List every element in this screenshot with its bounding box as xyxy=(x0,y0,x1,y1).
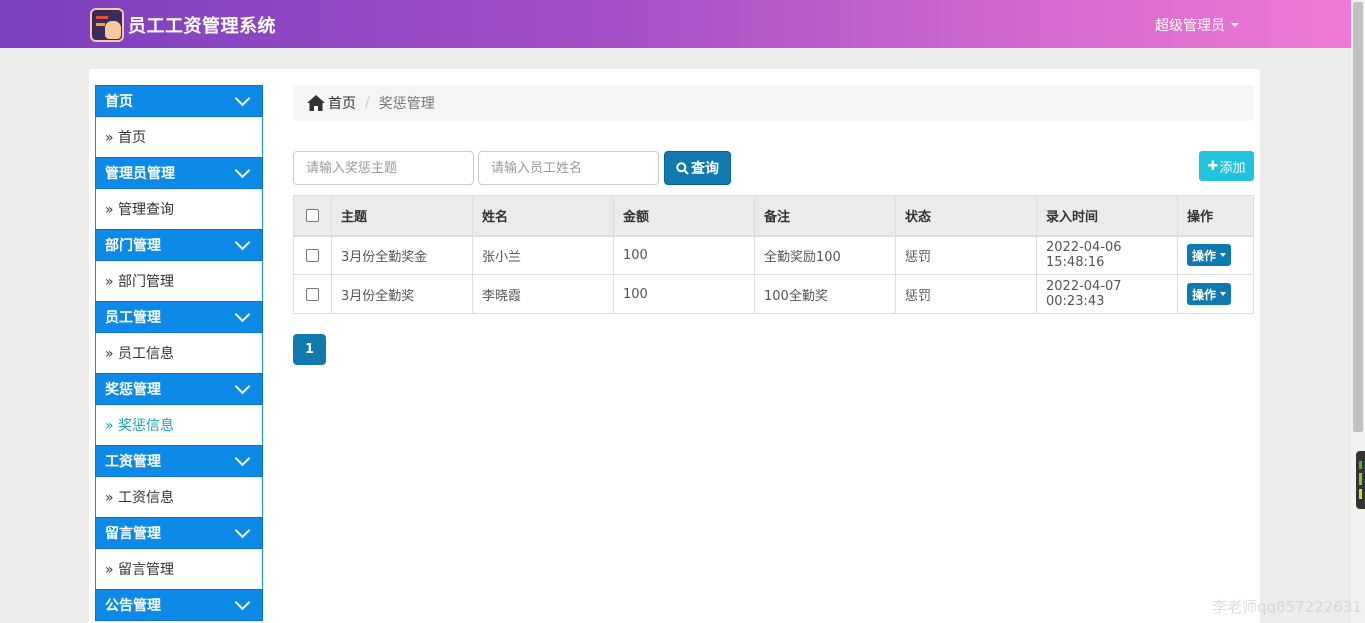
cell-amount: 100 xyxy=(613,274,755,314)
query-button-label: 查询 xyxy=(691,161,719,177)
chevron-down-icon xyxy=(234,306,251,323)
sidebar-section-salary[interactable]: 工资管理 xyxy=(95,445,263,477)
app-logo-icon xyxy=(90,8,124,42)
cell-subject: 3月份全勤奖金 xyxy=(331,235,473,275)
cell-subject: 3月份全勤奖 xyxy=(331,274,473,314)
user-menu-label: 超级管理员 xyxy=(1155,18,1225,34)
search-icon xyxy=(676,161,689,175)
plus-icon: ✚ xyxy=(1207,158,1219,174)
row-checkbox[interactable] xyxy=(306,287,319,301)
sidebar-item-rewards-info[interactable]: » 奖惩信息 xyxy=(95,405,263,445)
sidebar-section-title: 部门管理 xyxy=(105,238,161,254)
select-all-cell xyxy=(293,195,332,237)
cell-remark: 全勤奖励100 xyxy=(754,235,896,275)
breadcrumb-separator: / xyxy=(365,95,370,111)
name-search-input[interactable] xyxy=(478,151,659,185)
sidebar-section-employee[interactable]: 员工管理 xyxy=(95,301,263,333)
scrollbar-thumb[interactable] xyxy=(1353,2,1363,432)
main-container: 首页 » 首页 管理员管理 » 管理查询 部门管理 » 部门管理 员工管理 » … xyxy=(89,69,1260,623)
row-select-cell xyxy=(293,235,332,275)
sidebar-section-title: 公告管理 xyxy=(105,598,161,614)
cell-amount: 100 xyxy=(613,235,755,275)
column-header: 主题 xyxy=(331,195,473,237)
top-header: 员工工资管理系统 超级管理员 xyxy=(0,0,1351,48)
sidebar-section-title: 奖惩管理 xyxy=(105,382,161,398)
chevron-down-icon xyxy=(234,450,251,467)
sidebar-item-employee-info[interactable]: » 员工信息 xyxy=(95,333,263,373)
column-header: 金额 xyxy=(613,195,755,237)
table-row: 3月份全勤奖 李晓霞 100 100全勤奖 惩罚 2022-04-07 00:2… xyxy=(293,274,1254,314)
app-title: 员工工资管理系统 xyxy=(128,16,276,37)
sidebar-item-department[interactable]: » 部门管理 xyxy=(95,261,263,301)
column-header: 姓名 xyxy=(472,195,614,237)
pagination-page-button[interactable]: 1 xyxy=(293,334,326,365)
sidebar-section-announcements[interactable]: 公告管理 xyxy=(95,589,263,621)
sidebar-item-messages[interactable]: » 留言管理 xyxy=(95,549,263,589)
sidebar-section-title: 工资管理 xyxy=(105,454,161,470)
cell-time: 2022-04-07 00:23:43 xyxy=(1036,274,1178,314)
column-header: 操作 xyxy=(1177,195,1254,237)
column-header: 录入时间 xyxy=(1036,195,1178,237)
sidebar-section-home[interactable]: 首页 xyxy=(95,85,263,117)
caret-down-icon xyxy=(1220,253,1227,258)
cell-name: 李晓霞 xyxy=(472,274,614,314)
query-button[interactable]: 查询 xyxy=(664,151,731,185)
breadcrumb-home-link[interactable]: 首页 xyxy=(328,93,356,113)
sidebar-item-home[interactable]: » 首页 xyxy=(95,117,263,157)
chevron-down-icon xyxy=(234,234,251,251)
chevron-down-icon xyxy=(234,522,251,539)
chevron-down-icon xyxy=(234,594,251,611)
sidebar-item-admin-query[interactable]: » 管理查询 xyxy=(95,189,263,229)
sidebar-section-admin[interactable]: 管理员管理 xyxy=(95,157,263,189)
cell-name: 张小兰 xyxy=(472,235,614,275)
table-row: 3月份全勤奖金 张小兰 100 全勤奖励100 惩罚 2022-04-06 15… xyxy=(293,235,1254,275)
breadcrumb: 首页 / 奖惩管理 xyxy=(293,85,1254,121)
page-scrollbar[interactable] xyxy=(1351,0,1365,623)
sidebar-section-title: 首页 xyxy=(105,94,133,110)
rewards-table: 主题 姓名 金额 备注 状态 录入时间 操作 3月份全勤奖金 张小兰 100 全… xyxy=(293,195,1254,314)
chevron-down-icon xyxy=(234,90,251,107)
watermark-text: 李老师qq857222631 xyxy=(1212,598,1362,616)
table-header-row: 主题 姓名 金额 备注 状态 录入时间 操作 xyxy=(293,195,1254,237)
column-header: 状态 xyxy=(895,195,1037,237)
cell-remark: 100全勤奖 xyxy=(754,274,896,314)
user-menu[interactable]: 超级管理员 xyxy=(1155,15,1239,35)
cell-time: 2022-04-06 15:48:16 xyxy=(1036,235,1178,275)
breadcrumb-current: 奖惩管理 xyxy=(378,96,435,112)
sidebar-section-title: 管理员管理 xyxy=(105,166,175,182)
subject-search-input[interactable] xyxy=(293,151,474,185)
row-action-label: 操作 xyxy=(1192,248,1217,263)
home-icon xyxy=(307,95,325,111)
caret-down-icon xyxy=(1220,292,1227,296)
chevron-down-icon xyxy=(234,378,251,395)
column-header: 备注 xyxy=(754,195,896,237)
sidebar-section-messages[interactable]: 留言管理 xyxy=(95,517,263,549)
cell-status: 惩罚 xyxy=(895,235,1037,275)
caret-down-icon xyxy=(1231,23,1239,27)
cell-action: 操作 xyxy=(1177,274,1254,314)
cell-action: 操作 xyxy=(1177,235,1254,275)
sidebar-section-rewards[interactable]: 奖惩管理 xyxy=(95,373,263,405)
row-select-cell xyxy=(293,274,332,314)
select-all-checkbox[interactable] xyxy=(306,208,319,222)
sidebar: 首页 » 首页 管理员管理 » 管理查询 部门管理 » 部门管理 员工管理 » … xyxy=(95,85,263,621)
row-checkbox[interactable] xyxy=(306,248,319,262)
sidebar-section-department[interactable]: 部门管理 xyxy=(95,229,263,261)
add-button-label: 添加 xyxy=(1219,160,1246,176)
sidebar-section-title: 留言管理 xyxy=(105,526,161,542)
cell-status: 惩罚 xyxy=(895,274,1037,314)
row-action-dropdown[interactable]: 操作 xyxy=(1187,244,1232,267)
add-button[interactable]: ✚ 添加 xyxy=(1199,151,1254,181)
sidebar-item-salary-info[interactable]: » 工资信息 xyxy=(95,477,263,517)
row-action-dropdown[interactable]: 操作 xyxy=(1187,283,1232,305)
sidebar-section-title: 员工管理 xyxy=(105,310,161,326)
chevron-down-icon xyxy=(234,162,251,179)
row-action-label: 操作 xyxy=(1192,287,1217,302)
side-widget[interactable] xyxy=(1356,451,1365,509)
